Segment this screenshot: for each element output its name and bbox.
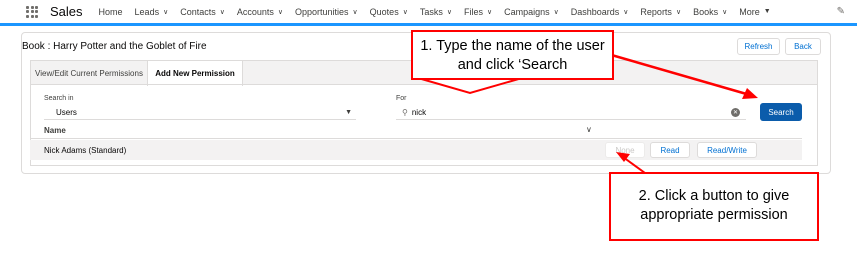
callout-step-1: 1. Type the name of the user and click ‘… [411, 30, 614, 80]
callout-pointer-line [622, 156, 646, 174]
arrow-line [607, 52, 751, 97]
callout-step-2: 2. Click a button to give appropriate pe… [609, 172, 819, 241]
callout-pointer [417, 77, 523, 95]
